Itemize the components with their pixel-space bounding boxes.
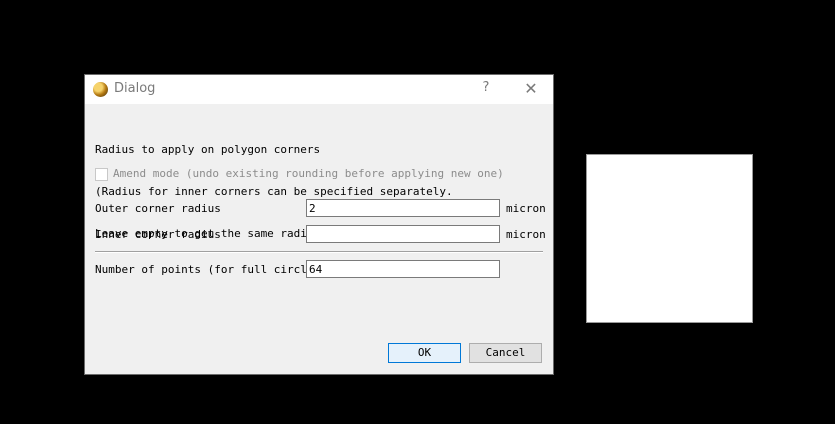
inner-radius-input[interactable] <box>306 225 500 243</box>
cancel-button[interactable]: Cancel <box>469 343 542 363</box>
dialog-title: Dialog <box>114 81 156 96</box>
number-of-points-label: Number of points (for full circle) <box>95 263 321 276</box>
desktop-background: Dialog ? ✕ Radius to apply on polygon co… <box>0 0 835 424</box>
outer-radius-input[interactable] <box>306 199 500 217</box>
round-corners-dialog: Dialog ? ✕ Radius to apply on polygon co… <box>84 74 554 375</box>
description-line-2: (Radius for inner corners can be specifi… <box>95 185 453 198</box>
inner-radius-unit: micron <box>506 228 546 241</box>
blank-window <box>586 154 753 323</box>
outer-radius-label: Outer corner radius <box>95 202 221 215</box>
inner-radius-label: Inner corner radius <box>95 228 221 241</box>
amend-mode-checkbox <box>95 168 108 181</box>
description-text: Radius to apply on polygon corners (Radi… <box>95 115 479 269</box>
app-icon <box>93 82 108 97</box>
outer-radius-unit: micron <box>506 202 546 215</box>
amend-mode-label: Amend mode (undo existing rounding befor… <box>113 167 504 180</box>
help-button[interactable]: ? <box>476 80 496 98</box>
divider <box>95 251 543 253</box>
description-line-1: Radius to apply on polygon corners <box>95 143 321 156</box>
dialog-titlebar[interactable]: Dialog ? ✕ <box>85 75 553 104</box>
close-icon[interactable]: ✕ <box>521 80 541 98</box>
number-of-points-input[interactable] <box>306 260 500 278</box>
ok-button[interactable]: OK <box>388 343 461 363</box>
